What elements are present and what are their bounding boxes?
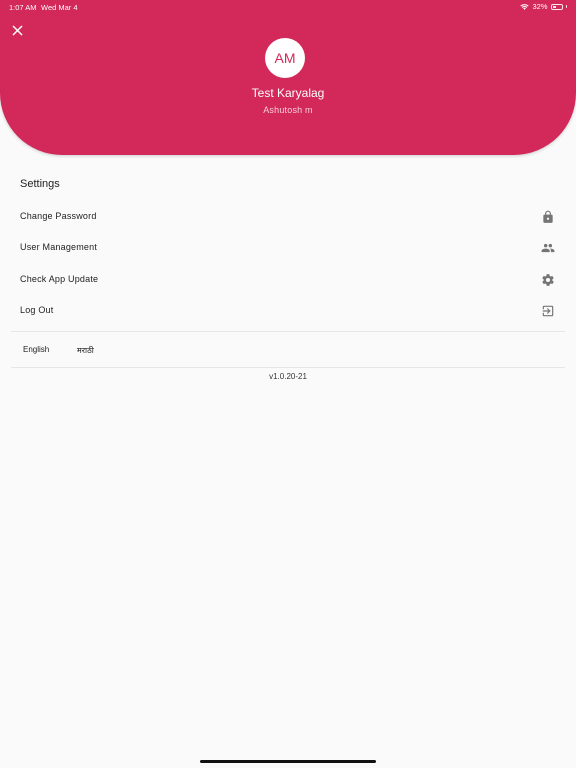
settings-title: Settings xyxy=(20,178,60,190)
language-marathi[interactable]: मराठी xyxy=(77,345,94,356)
log-out-item[interactable]: Log Out xyxy=(0,296,576,326)
logout-icon xyxy=(542,305,554,317)
app-version: v1.0.20-21 xyxy=(269,372,307,381)
log-out-label: Log Out xyxy=(20,305,54,315)
battery-cap xyxy=(565,5,567,8)
wifi-icon xyxy=(520,4,530,10)
battery-percent: 32% xyxy=(532,2,548,11)
close-icon xyxy=(12,25,22,35)
change-password-label: Change Password xyxy=(20,211,97,221)
gear-icon xyxy=(542,274,554,286)
status-date: Wed Mar 4 xyxy=(41,3,78,12)
divider-bottom xyxy=(11,367,565,368)
check-app-update-label: Check App Update xyxy=(20,274,99,284)
language-english[interactable]: English xyxy=(23,345,49,354)
status-bar: 1:07 AM Wed Mar 4 32% xyxy=(0,0,576,14)
check-app-update-item[interactable]: Check App Update xyxy=(0,265,576,295)
user-management-label: User Management xyxy=(20,242,98,252)
avatar: AM xyxy=(265,38,305,78)
divider-top xyxy=(11,331,565,332)
user-management-item[interactable]: User Management xyxy=(0,233,576,263)
close-button[interactable] xyxy=(8,21,26,39)
user-name: Ashutosh m xyxy=(263,105,313,115)
avatar-initials: AM xyxy=(274,50,296,66)
status-right: 32% xyxy=(520,2,567,11)
profile-header: 1:07 AM Wed Mar 4 32% AM Test Karyalag A… xyxy=(0,0,576,155)
home-indicator[interactable] xyxy=(200,760,376,763)
people-icon xyxy=(541,243,555,253)
lock-icon xyxy=(543,210,553,223)
battery-icon xyxy=(550,3,563,10)
change-password-item[interactable]: Change Password xyxy=(0,202,576,232)
organization-name: Test Karyalag xyxy=(251,86,325,100)
status-time: 1:07 AM xyxy=(9,3,37,12)
